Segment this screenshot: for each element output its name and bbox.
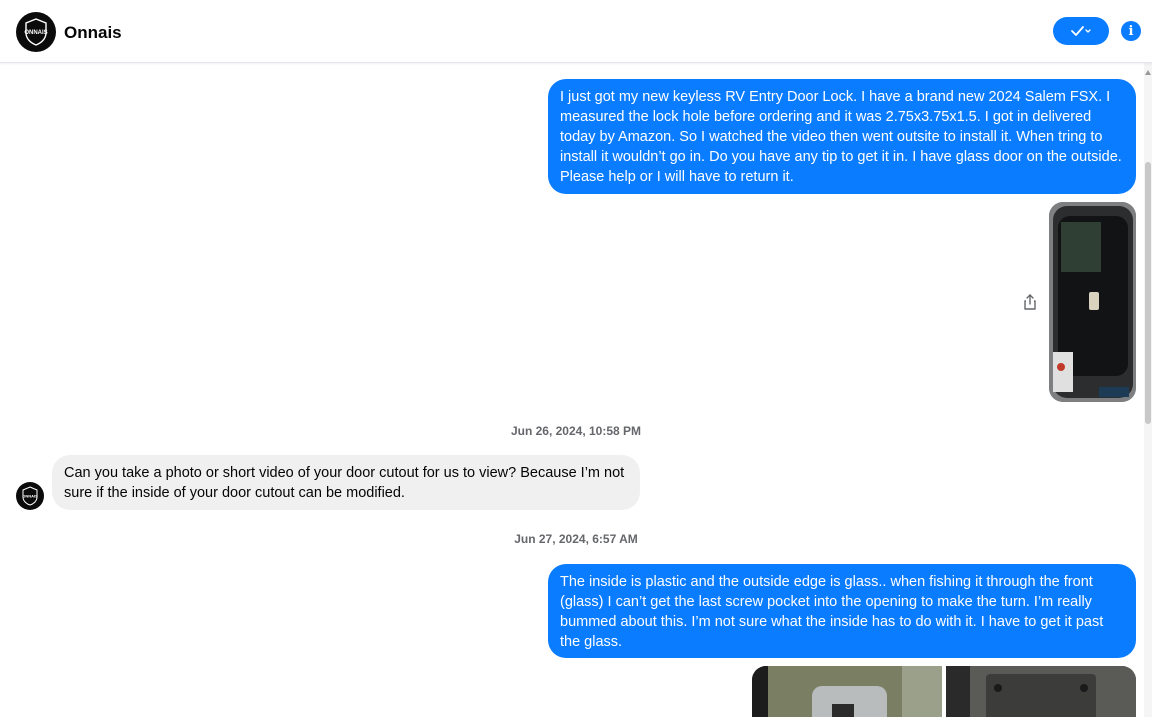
lock-photo-1[interactable] xyxy=(752,666,942,717)
onnais-logo-icon: ONNAIS xyxy=(24,18,48,46)
door-photo[interactable] xyxy=(1049,202,1136,402)
scroll-up-icon[interactable] xyxy=(1145,70,1151,75)
svg-text:ONNAIS: ONNAIS xyxy=(24,30,47,36)
lock-photo-2[interactable] xyxy=(946,666,1136,717)
check-chevron-icon xyxy=(1071,26,1091,36)
contact-name[interactable]: Onnais xyxy=(64,23,122,43)
outgoing-message[interactable]: I just got my new keyless RV Entry Door … xyxy=(548,79,1136,194)
mark-done-button[interactable] xyxy=(1053,17,1109,45)
share-icon[interactable] xyxy=(1022,293,1038,311)
contact-avatar[interactable]: ONNAIS xyxy=(16,12,56,52)
timestamp: Jun 27, 2024, 6:57 AM xyxy=(514,532,638,546)
outgoing-message[interactable]: The inside is plastic and the outside ed… xyxy=(548,564,1136,658)
info-button[interactable]: i xyxy=(1121,21,1141,41)
timestamp: Jun 26, 2024, 10:58 PM xyxy=(510,424,642,438)
info-icon: i xyxy=(1128,23,1134,39)
conversation-header: ONNAIS Onnais i xyxy=(0,0,1152,63)
incoming-message[interactable]: Can you take a photo or short video of y… xyxy=(52,455,640,510)
svg-text:ONNAIS: ONNAIS xyxy=(22,494,38,499)
onnais-logo-icon: ONNAIS xyxy=(22,486,38,506)
door-photo-image xyxy=(1049,202,1136,402)
scrollbar-thumb[interactable] xyxy=(1145,162,1151,424)
contact-avatar-small[interactable]: ONNAIS xyxy=(16,482,44,510)
lock-photo-1-image xyxy=(752,666,942,717)
lock-photo-2-image xyxy=(946,666,1136,717)
